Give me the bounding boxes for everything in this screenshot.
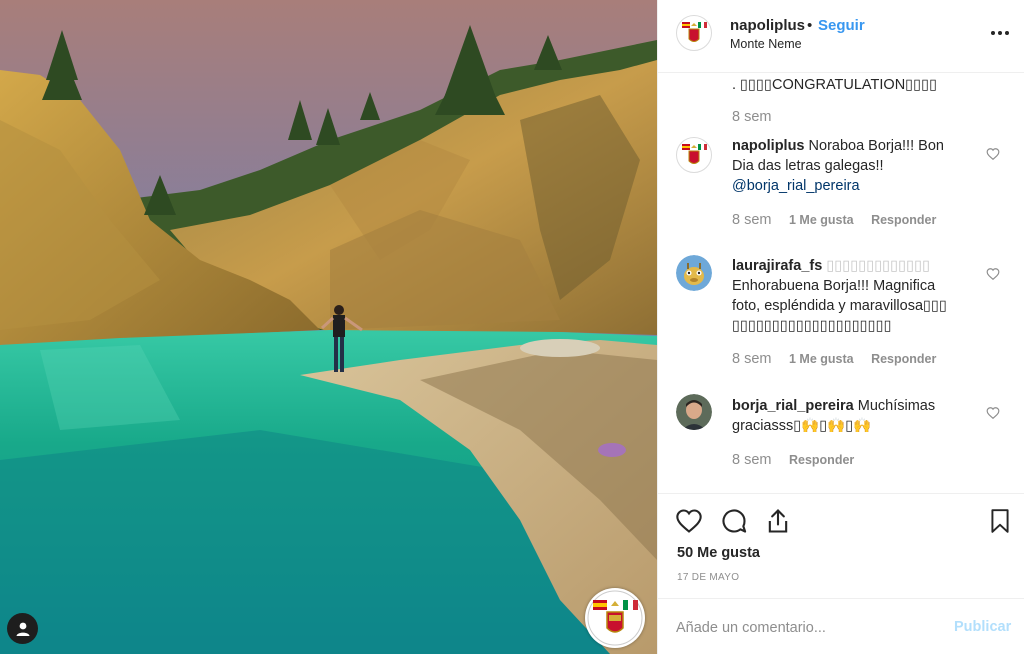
post-header: napoliplus • Seguir Monte Neme xyxy=(658,0,1024,73)
comment-meta: 8 sem Responder xyxy=(732,452,868,468)
author-name[interactable]: napoliplus xyxy=(730,17,805,34)
likes-count[interactable]: 50 Me gusta xyxy=(677,545,760,561)
comment-time[interactable]: 8 sem xyxy=(732,452,772,468)
bookmark-icon[interactable] xyxy=(985,506,1015,536)
comment-username[interactable]: laurajirafa_fs xyxy=(732,258,822,274)
comment-username[interactable]: napoliplus xyxy=(732,138,805,154)
landscape-image xyxy=(0,0,657,654)
publish-button[interactable]: Publicar xyxy=(954,619,1011,635)
comment-icon[interactable] xyxy=(719,506,749,536)
comment-like-heart-icon[interactable] xyxy=(986,267,1000,281)
reply-button[interactable]: Responder xyxy=(871,352,936,366)
post-photo[interactable] xyxy=(0,0,657,654)
comment-text: Enhorabuena Borja!!! Magnifica foto, esp… xyxy=(732,278,947,334)
comment-body: borja_rial_pereira Muchísimas graciasss▯… xyxy=(732,396,962,436)
reply-button[interactable]: Responder xyxy=(871,213,936,227)
comment-body: napoliplus Noraboa Borja!!! Bon Dia das … xyxy=(732,136,962,196)
comment-like-heart-icon[interactable] xyxy=(986,406,1000,420)
comment-like-heart-icon[interactable] xyxy=(986,147,1000,161)
add-comment-bar: Publicar xyxy=(658,598,1024,654)
comment-input[interactable] xyxy=(676,616,926,640)
reply-button[interactable]: Responder xyxy=(789,453,854,467)
comment-time[interactable]: 8 sem xyxy=(732,351,772,367)
location-link[interactable]: Monte Neme xyxy=(730,37,802,51)
follow-button[interactable]: Seguir xyxy=(818,17,865,34)
more-options-icon[interactable] xyxy=(991,31,1009,35)
comment-meta: 8 sem 1 Me gusta Responder xyxy=(732,351,950,367)
comments-list[interactable]: . ▯▯▯▯CONGRATULATION▯▯▯▯ 8 sem napoliplu… xyxy=(658,73,1024,493)
commenter-avatar[interactable] xyxy=(676,255,712,291)
post-actions: 50 Me gusta 17 DE MAYO xyxy=(658,493,1024,598)
commenter-avatar[interactable] xyxy=(676,137,712,173)
napoliplus-logo xyxy=(585,588,645,648)
mention-link[interactable]: @borja_rial_pereira xyxy=(732,178,860,194)
comment-body: laurajirafa_fs ▯▯▯▯▯▯▯▯▯▯▯▯▯ Enhorabuena… xyxy=(732,256,962,336)
user-tag-icon[interactable] xyxy=(7,613,38,644)
comment-text: . ▯▯▯▯CONGRATULATION▯▯▯▯ xyxy=(732,77,938,93)
comment-meta: 8 sem xyxy=(732,109,786,125)
author-avatar[interactable] xyxy=(676,15,712,51)
comment-username[interactable]: borja_rial_pereira xyxy=(732,398,854,414)
follow-separator: • xyxy=(807,17,813,34)
comment-likes[interactable]: 1 Me gusta xyxy=(789,352,854,366)
heart-icon[interactable] xyxy=(674,506,704,536)
commenter-avatar[interactable] xyxy=(676,394,712,430)
post-panel: napoliplus • Seguir Monte Neme . ▯▯▯▯CON… xyxy=(657,0,1024,654)
comment-meta: 8 sem 1 Me gusta Responder xyxy=(732,212,950,228)
post-date[interactable]: 17 DE MAYO xyxy=(677,572,739,583)
comment-time[interactable]: 8 sem xyxy=(732,109,772,125)
comment-time[interactable]: 8 sem xyxy=(732,212,772,228)
comment-glyphs: ▯▯▯▯▯▯▯▯▯▯▯▯▯ xyxy=(826,258,931,274)
comment-likes[interactable]: 1 Me gusta xyxy=(789,213,854,227)
share-icon[interactable] xyxy=(763,506,793,536)
